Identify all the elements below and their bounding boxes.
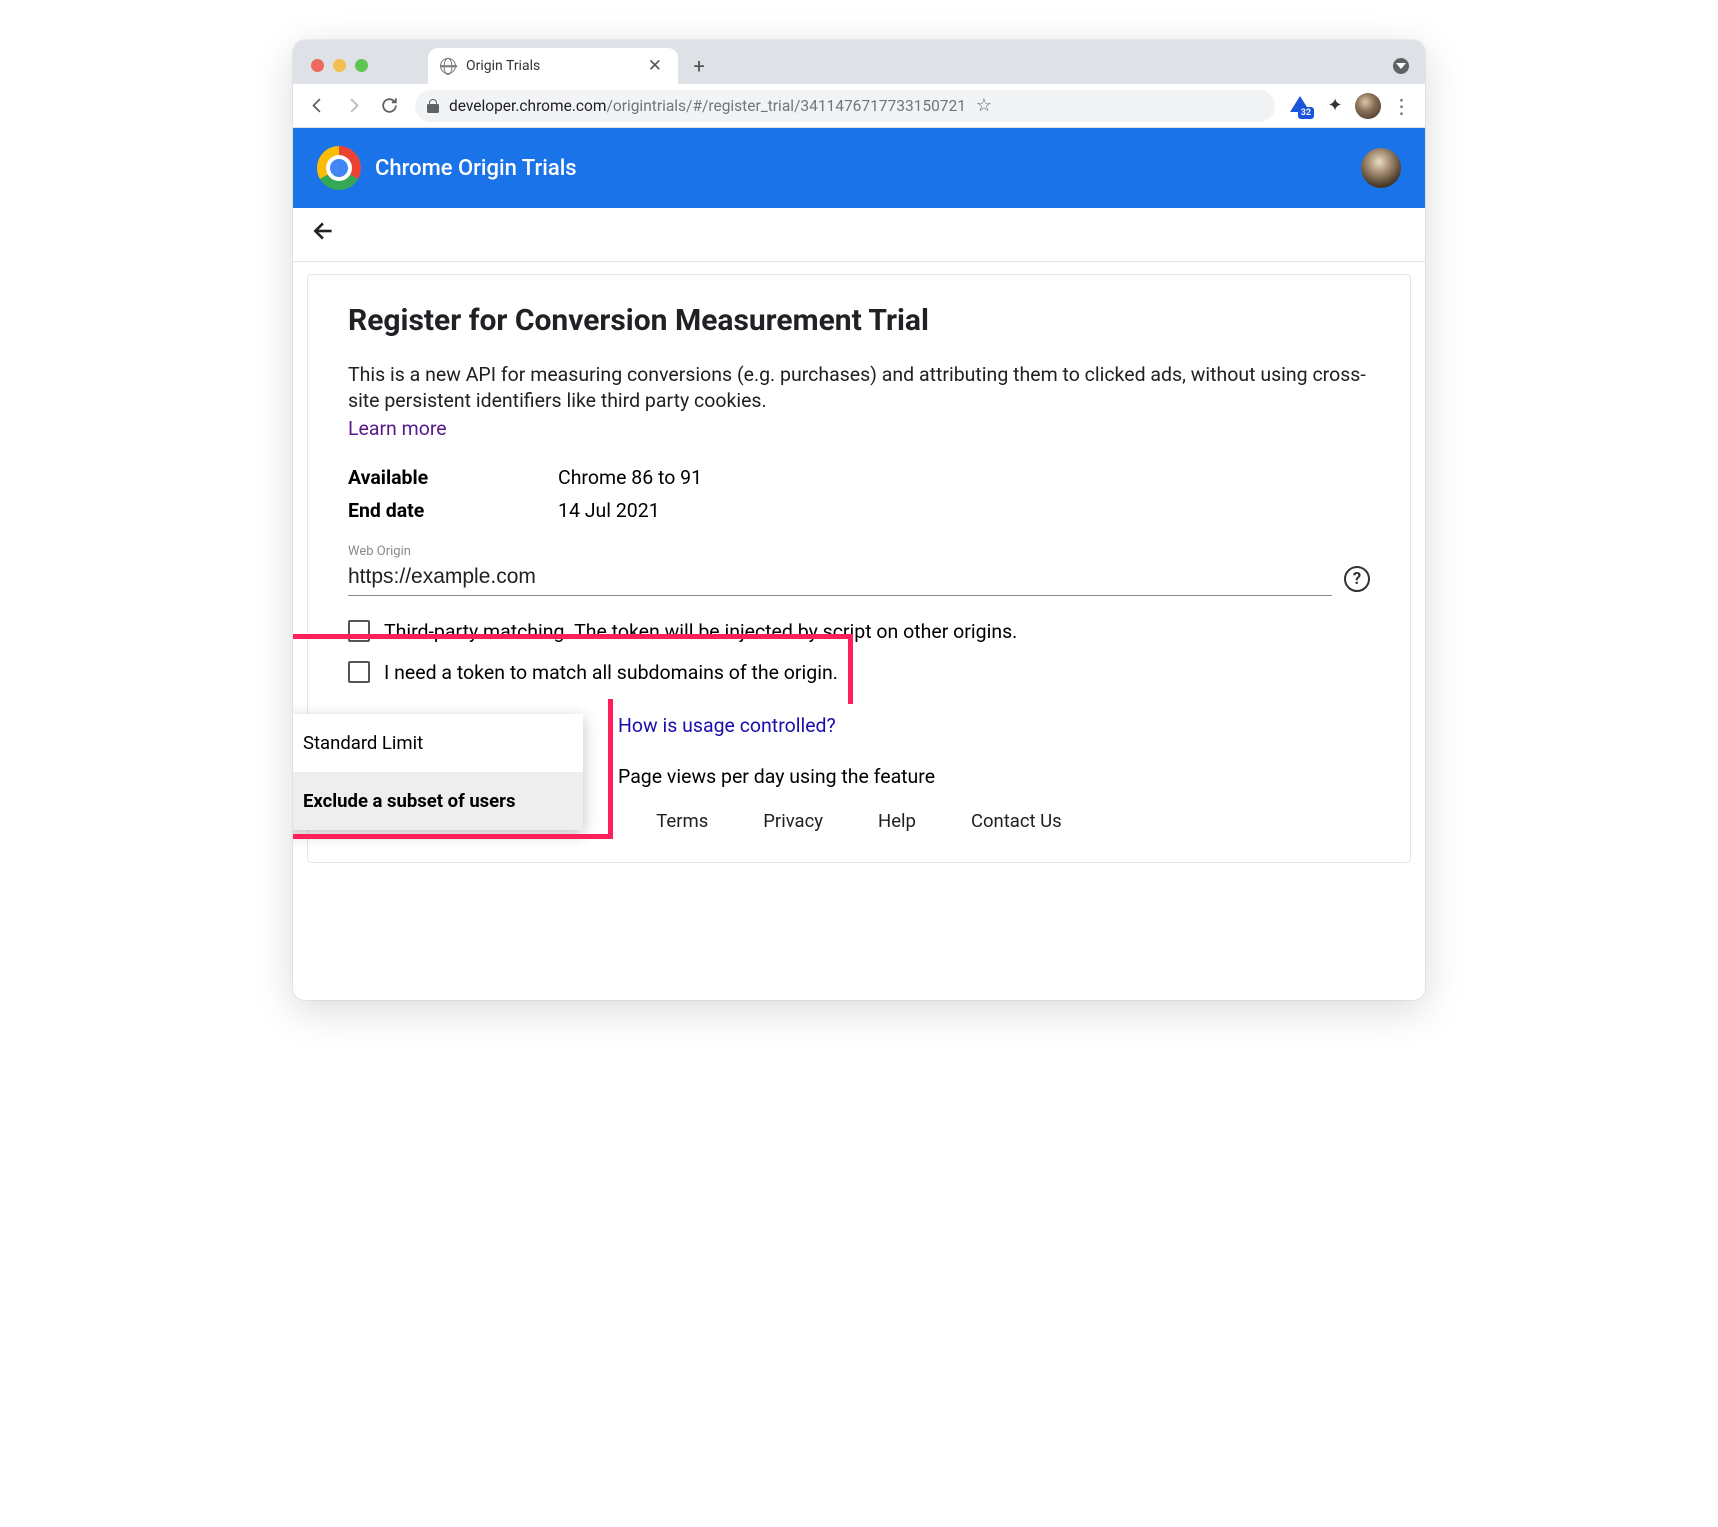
- window-controls: [305, 59, 378, 84]
- app-title: Chrome Origin Trials: [375, 156, 577, 181]
- tab-strip: Origin Trials ✕ +: [293, 40, 1425, 84]
- web-origin-field: Web Origin ?: [348, 544, 1370, 596]
- browser-toolbar: developer.chrome.com/origintrials/#/regi…: [293, 84, 1425, 128]
- end-date-row: End date 14 Jul 2021: [348, 499, 1370, 522]
- subdomain-label: I need a token to match all subdomains o…: [384, 661, 838, 684]
- usage-description: Page views per day using the feature: [618, 765, 935, 788]
- web-origin-input[interactable]: [348, 561, 1332, 596]
- menu-dots-icon: ⋮: [1392, 94, 1411, 118]
- usage-dropdown: Standard Limit Exclude a subset of users: [293, 714, 583, 830]
- end-date-value: 14 Jul 2021: [558, 499, 660, 522]
- profile-avatar[interactable]: [1355, 93, 1381, 119]
- footer-terms[interactable]: Terms: [656, 810, 708, 832]
- bookmark-star-icon[interactable]: ☆: [976, 95, 992, 116]
- new-tab-button[interactable]: +: [684, 54, 714, 84]
- page-back-button[interactable]: [311, 218, 337, 251]
- address-bar[interactable]: developer.chrome.com/origintrials/#/regi…: [415, 90, 1275, 122]
- page-description: This is a new API for measuring conversi…: [348, 362, 1370, 415]
- subdomain-checkbox[interactable]: [348, 661, 370, 683]
- footer-privacy[interactable]: Privacy: [763, 810, 823, 832]
- lock-icon: [427, 99, 439, 113]
- close-tab-button[interactable]: ✕: [644, 56, 666, 77]
- available-value: Chrome 86 to 91: [558, 466, 702, 489]
- extensions-button[interactable]: ✦: [1319, 90, 1351, 122]
- third-party-checkbox[interactable]: [348, 620, 370, 642]
- account-avatar[interactable]: [1361, 148, 1401, 188]
- footer-contact[interactable]: Contact Us: [971, 810, 1062, 832]
- third-party-checkbox-row: Third-party matching. The token will be …: [348, 620, 1370, 643]
- tab-title: Origin Trials: [466, 58, 634, 74]
- back-bar: [293, 208, 1425, 262]
- app-header: Chrome Origin Trials: [293, 128, 1425, 208]
- maximize-window-button[interactable]: [355, 59, 368, 72]
- web-origin-label: Web Origin: [348, 544, 1370, 559]
- back-button[interactable]: [301, 90, 333, 122]
- page-heading: Register for Conversion Measurement Tria…: [348, 303, 1370, 338]
- tabs-dropdown-icon[interactable]: [1393, 58, 1409, 74]
- forward-button[interactable]: [337, 90, 369, 122]
- end-date-label: End date: [348, 499, 558, 522]
- browser-tab[interactable]: Origin Trials ✕: [428, 48, 678, 84]
- browser-window: Origin Trials ✕ + developer.chrome.com/o…: [293, 40, 1425, 1000]
- dropdown-option-standard[interactable]: Standard Limit: [293, 714, 583, 772]
- dropdown-option-exclude[interactable]: Exclude a subset of users: [293, 772, 583, 830]
- extension-count: 32: [1298, 107, 1314, 119]
- register-card: Register for Conversion Measurement Tria…: [307, 274, 1411, 863]
- puzzle-icon: ✦: [1327, 95, 1342, 116]
- subdomain-checkbox-row: I need a token to match all subdomains o…: [348, 661, 1370, 684]
- learn-more-link[interactable]: Learn more: [348, 417, 447, 440]
- usage-controlled-link[interactable]: How is usage controlled?: [618, 714, 836, 737]
- extension-badge[interactable]: 32: [1289, 96, 1311, 116]
- minimize-window-button[interactable]: [333, 59, 346, 72]
- reload-button[interactable]: [373, 90, 405, 122]
- help-icon[interactable]: ?: [1344, 566, 1370, 592]
- url-text: developer.chrome.com/origintrials/#/regi…: [449, 97, 966, 115]
- footer-help[interactable]: Help: [878, 810, 916, 832]
- available-row: Available Chrome 86 to 91: [348, 466, 1370, 489]
- chrome-logo-icon: [317, 146, 361, 190]
- globe-icon: [440, 58, 456, 74]
- close-window-button[interactable]: [311, 59, 324, 72]
- available-label: Available: [348, 466, 558, 489]
- third-party-label: Third-party matching. The token will be …: [384, 620, 1017, 643]
- browser-menu-button[interactable]: ⋮: [1385, 90, 1417, 122]
